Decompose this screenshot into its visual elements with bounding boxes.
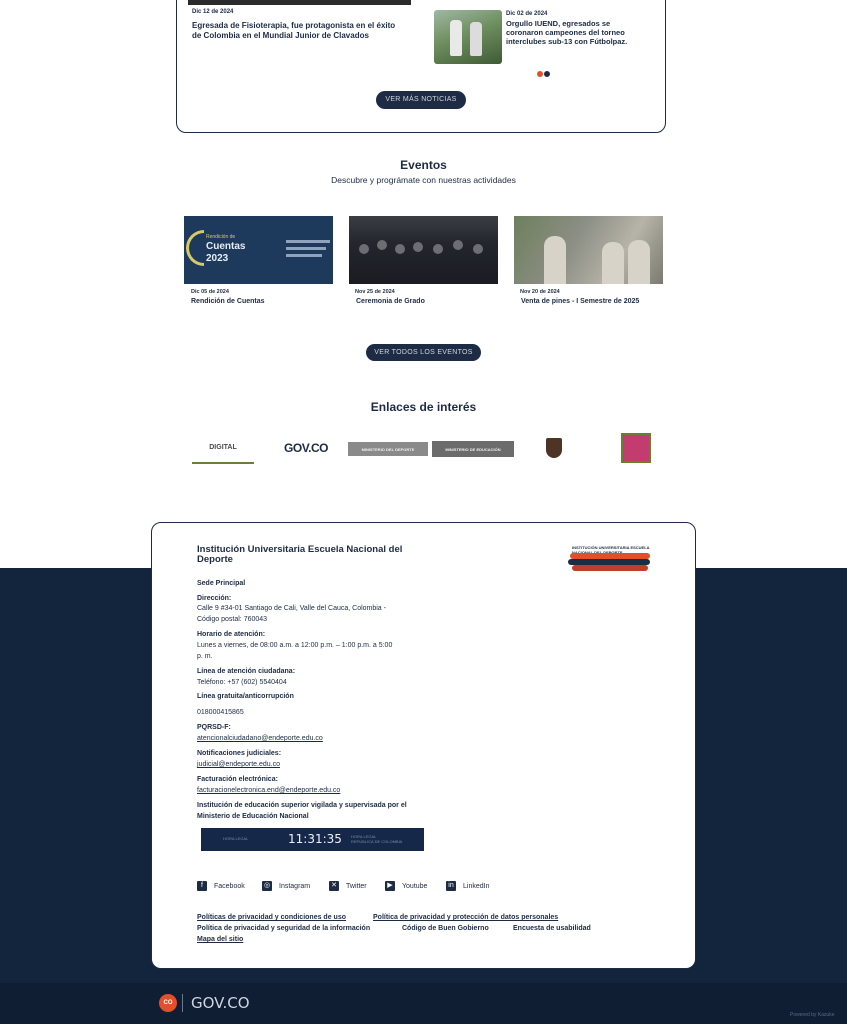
notificaciones-label: Notificaciones judiciales: — [197, 750, 282, 757]
event-image-text: Cuentas — [206, 241, 246, 252]
youtube-icon: ▶ — [385, 881, 395, 891]
event-card[interactable]: Nov 25 de 2024 Ceremonia de Grado — [349, 216, 498, 305]
news-date: Dic 02 de 2024 — [506, 11, 548, 17]
divider — [182, 994, 183, 1012]
event-date: Nov 20 de 2024 — [520, 289, 560, 295]
sede-label: Sede Principal — [197, 580, 246, 587]
colombia-co-icon[interactable]: CO — [159, 994, 177, 1012]
horario-value: p. m. — [197, 653, 213, 660]
event-card[interactable]: Rendición de Cuentas 2023 Dic 05 de 2024… — [184, 216, 333, 305]
govco-logo[interactable]: GOV.CO — [270, 432, 342, 464]
event-card[interactable]: Nov 20 de 2024 Venta de pines - I Semest… — [514, 216, 663, 305]
event-name[interactable]: Ceremonia de Grado — [356, 298, 498, 305]
ministerio-deporte-logo[interactable]: MINISTERIO DEL DEPORTE — [348, 442, 428, 456]
footer-card — [151, 522, 696, 969]
event-name[interactable]: Venta de pines - I Semestre de 2025 — [521, 298, 663, 305]
policy-link-security[interactable]: Política de privacidad y seguridad de la… — [197, 925, 370, 932]
twitter-icon: ✕ — [329, 881, 339, 891]
horario-value: Lunes a viernes, de 08:00 a.m. a 12:00 p… — [197, 642, 393, 649]
carousel-dots — [537, 71, 550, 77]
social-label: Twitter — [346, 882, 367, 890]
links-title: Enlaces de interés — [370, 400, 477, 414]
social-label: Instagram — [279, 882, 311, 890]
institution-name: Institución Universitaria Escuela Nacion… — [197, 544, 403, 565]
events-subtitle: Descubre y prográmate con nuestras activ… — [331, 175, 516, 185]
instagram-icon: ◎ — [262, 881, 272, 891]
event-date: Dic 05 de 2024 — [191, 289, 229, 295]
institution-logo: INSTITUCIÓN UNIVERSITARIA ESCUELA NACION… — [568, 545, 652, 575]
carousel-dot-active[interactable] — [537, 71, 543, 77]
legal-time-widget: HORA LEGAL 11:31:35 HORA LEGAL REPÚBLICA… — [201, 828, 424, 851]
social-label: Facebook — [214, 882, 245, 890]
twitter-link[interactable]: ✕ Twitter — [329, 881, 367, 891]
govco-link[interactable]: GOV.CO — [191, 994, 250, 1012]
event-name[interactable]: Rendición de Cuentas — [191, 298, 333, 305]
clock-right-line: REPÚBLICA DE COLOMBIA — [351, 839, 403, 844]
horario-label: Horario de atención: — [197, 631, 266, 638]
shield-logo[interactable] — [540, 432, 568, 464]
linea-label: Línea de atención ciudadana: — [197, 668, 296, 675]
vigilada-text: Institución de educación superior vigila… — [197, 802, 407, 809]
all-events-button[interactable]: VER TODOS LOS EVENTOS — [366, 344, 481, 361]
direccion-value: Calle 9 #34-01 Santiago de Cali, Valle d… — [197, 605, 386, 612]
facebook-icon: f — [197, 881, 207, 891]
carousel-dot[interactable] — [544, 71, 550, 77]
pqrsd-email-link[interactable]: atencionalciudadano@endeporte.edu.co — [197, 733, 323, 744]
event-date: Nov 25 de 2024 — [355, 289, 395, 295]
social-label: Youtube — [402, 882, 428, 890]
policy-link-terms[interactable]: Políticas de privacidad y condiciones de… — [197, 914, 346, 921]
clock-left-label: HORA LEGAL — [223, 836, 249, 841]
phone-value[interactable]: Teléfono: +57 (602) 5540404 — [197, 677, 287, 688]
facturacion-label: Facturación electrónica: — [197, 776, 278, 783]
policy-link-survey[interactable]: Encuesta de usabilidad — [513, 925, 591, 932]
event-image[interactable] — [349, 216, 498, 284]
event-image[interactable] — [514, 216, 663, 284]
news-title[interactable]: Orgullo IUEND, egresados se coronaron ca… — [506, 19, 646, 46]
vigilada-text: Ministerio de Educación Nacional — [197, 813, 309, 820]
linkedin-link[interactable]: in LinkedIn — [446, 881, 489, 891]
govco-bar — [0, 983, 847, 1024]
event-image-text: Rendición de — [206, 234, 236, 240]
policy-link-governance[interactable]: Código de Buen Gobierno — [402, 925, 489, 932]
clock-time: 11:31:35 — [288, 832, 342, 846]
facturacion-email-link[interactable]: facturacionelectronica.end@endeporte.edu… — [197, 785, 340, 796]
event-image[interactable]: Rendición de Cuentas 2023 — [184, 216, 333, 284]
co-logo[interactable] — [620, 432, 652, 464]
news-title[interactable]: Egresada de Fisioterapia, fue protagonis… — [192, 21, 404, 41]
more-news-button[interactable]: VER MÁS NOTICIAS — [376, 91, 466, 109]
powered-by: Powered by Kazuke — [790, 1012, 835, 1018]
facebook-link[interactable]: f Facebook — [197, 881, 245, 891]
events-title: Eventos — [400, 158, 447, 172]
instagram-link[interactable]: ◎ Instagram — [262, 881, 310, 891]
gratuita-label: Línea gratuita/anticorrupción — [197, 693, 294, 700]
youtube-link[interactable]: ▶ Youtube — [385, 881, 427, 891]
pqrsd-label: PQRSD-F: — [197, 724, 231, 731]
postal-code: Código postal: 760043 — [197, 616, 268, 623]
news-date: Dic 12 de 2024 — [192, 9, 234, 15]
sitemap-link[interactable]: Mapa del sitio — [197, 936, 243, 943]
social-label: LinkedIn — [463, 882, 490, 890]
policy-link-data[interactable]: Política de privacidad y protección de d… — [373, 914, 558, 921]
digital-logo[interactable]: DIGITAL — [192, 432, 254, 464]
news-image[interactable] — [188, 0, 411, 5]
event-image-text: 2023 — [206, 253, 229, 264]
linkedin-icon: in — [446, 881, 456, 891]
clock-right-label: HORA LEGAL REPÚBLICA DE COLOMBIA — [351, 834, 421, 844]
news-image[interactable] — [434, 10, 502, 64]
judicial-email-link[interactable]: judicial@endeporte.edu.co — [197, 759, 280, 770]
ministerio-educacion-logo[interactable]: MINISTERIO DE EDUCACIÓN — [432, 441, 514, 457]
gratuita-value[interactable]: 018000415865 — [197, 707, 244, 718]
